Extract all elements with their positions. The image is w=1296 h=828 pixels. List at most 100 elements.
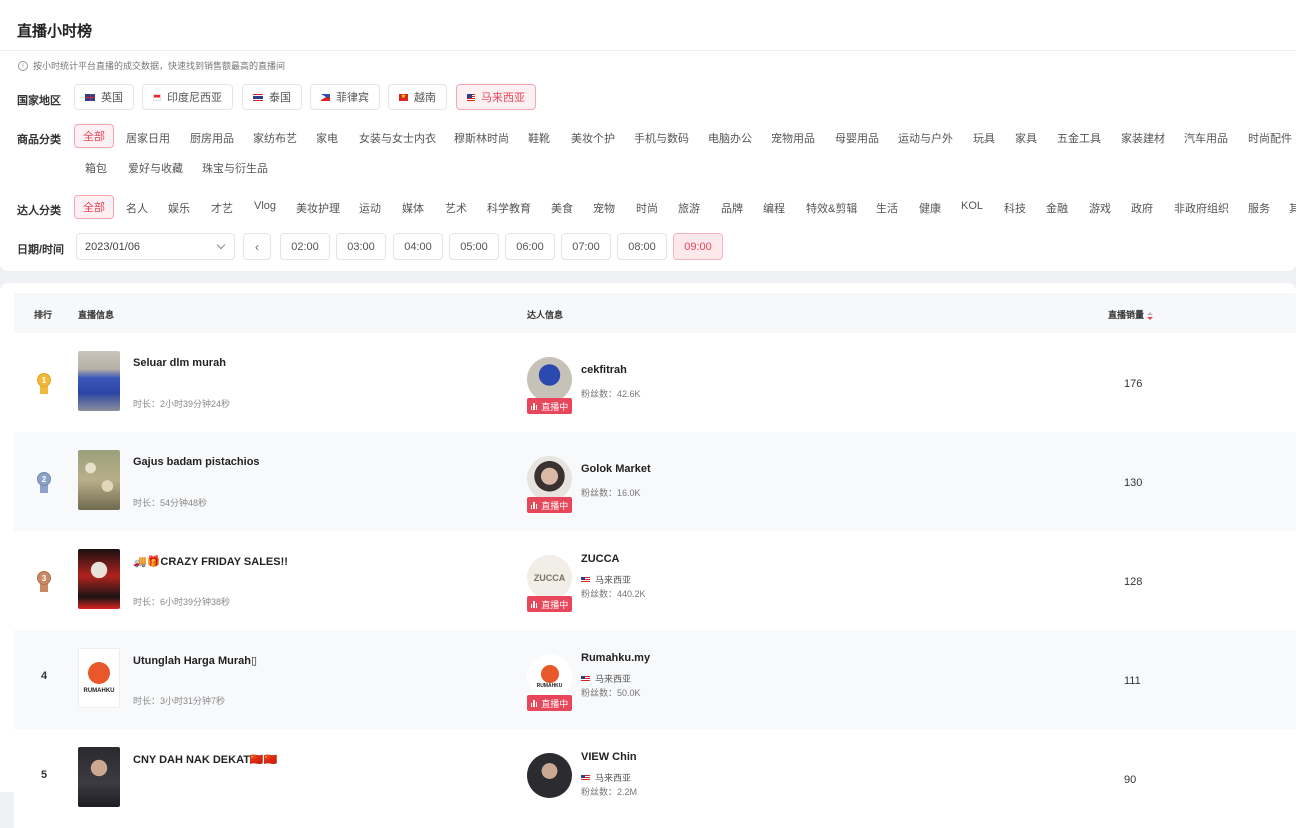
avatar[interactable]: [527, 753, 572, 798]
influencer-item[interactable]: 金融: [1046, 200, 1068, 216]
category-item[interactable]: 时尚配件: [1248, 130, 1292, 146]
live-thumbnail[interactable]: [78, 450, 120, 510]
kol-name[interactable]: VIEW Chin: [581, 751, 637, 763]
influencer-item[interactable]: 时尚: [636, 200, 658, 216]
category-item[interactable]: 美妆个护: [571, 130, 615, 146]
region-chip-thailand[interactable]: 泰国: [242, 84, 302, 110]
influencer-item[interactable]: 科学教育: [487, 200, 531, 216]
category-item[interactable]: 运动与户外: [898, 130, 953, 146]
hour-chip[interactable]: 02:00: [280, 233, 330, 260]
hour-chip[interactable]: 08:00: [617, 233, 667, 260]
live-thumbnail[interactable]: RUMAHKU: [78, 648, 120, 708]
live-title[interactable]: 🚚🎁CRAZY FRIDAY SALES!!: [133, 555, 288, 568]
silver-medal-icon: 2: [36, 472, 52, 494]
avatar[interactable]: [527, 456, 572, 501]
influencer-item[interactable]: 非政府组织: [1174, 200, 1229, 216]
category-item[interactable]: 母婴用品: [835, 130, 879, 146]
influencer-item[interactable]: 娱乐: [168, 200, 190, 216]
category-item[interactable]: 汽车用品: [1184, 130, 1228, 146]
category-item[interactable]: 穆斯林时尚: [454, 130, 509, 146]
region-chip-uk[interactable]: 英国: [74, 84, 134, 110]
hour-chip-active[interactable]: 09:00: [673, 233, 723, 260]
category-item[interactable]: 电脑办公: [708, 130, 752, 146]
kol-name[interactable]: Golok Market: [581, 463, 651, 475]
live-thumbnail[interactable]: [78, 747, 120, 807]
category-item[interactable]: 玩具: [973, 130, 995, 146]
category-item[interactable]: 家电: [316, 130, 338, 146]
table-row[interactable]: 5 CNY DAH NAK DEKAT🇨🇳🇨🇳 VIEW Chin 马来西亚 粉…: [14, 729, 1296, 828]
my-flag-icon: [581, 576, 590, 583]
influencer-item[interactable]: 服务: [1248, 200, 1270, 216]
table-row[interactable]: 3 🚚🎁CRAZY FRIDAY SALES!! 时长：6小时39分钟38秒 Z…: [14, 531, 1296, 630]
influencer-item[interactable]: 美妆护理: [296, 200, 340, 216]
sales-value: 130: [1124, 477, 1143, 489]
influencer-item[interactable]: 宠物: [593, 200, 615, 216]
table-row[interactable]: 2 Gajus badam pistachios 时长：54分钟48秒 直播中 …: [14, 432, 1296, 531]
region-chip-malaysia[interactable]: 马来西亚: [456, 84, 536, 110]
influencer-item[interactable]: Vlog: [254, 200, 276, 212]
table-row[interactable]: 4 RUMAHKU Utunglah Harga Murah▯ 时长：3小时31…: [14, 630, 1296, 729]
region-chip-vietnam[interactable]: ★ 越南: [388, 84, 447, 110]
hour-chip[interactable]: 06:00: [505, 233, 555, 260]
influencer-item[interactable]: 科技: [1004, 200, 1026, 216]
header-sales[interactable]: 直播销量: [1108, 308, 1154, 321]
avatar[interactable]: [527, 357, 572, 402]
live-badge: 直播中: [527, 596, 572, 612]
influencer-item[interactable]: 特效&剪辑: [806, 200, 857, 216]
influencer-item[interactable]: 才艺: [211, 200, 233, 216]
region-chip-indonesia[interactable]: 印度尼西亚: [142, 84, 233, 110]
table-row[interactable]: 1 Seluar dlm murah 时长：2小时39分钟24秒 直播中 cek…: [14, 333, 1296, 432]
hour-chip[interactable]: 07:00: [561, 233, 611, 260]
hour-chip[interactable]: 03:00: [336, 233, 386, 260]
hour-chip[interactable]: 04:00: [393, 233, 443, 260]
tip: i 按小时统计平台直播的成交数据，快速找到销售额最高的直播间: [18, 59, 285, 72]
influencer-item[interactable]: 运动: [359, 200, 381, 216]
live-title[interactable]: Seluar dlm murah: [133, 357, 226, 369]
category-item[interactable]: 女装与女士内衣: [359, 130, 436, 146]
sort-icon[interactable]: [1147, 311, 1154, 320]
influencer-item[interactable]: 品牌: [721, 200, 743, 216]
influencer-item[interactable]: 旅游: [678, 200, 700, 216]
influencer-item[interactable]: 生活: [876, 200, 898, 216]
date-picker[interactable]: 2023/01/06: [76, 233, 235, 260]
live-title[interactable]: Gajus badam pistachios: [133, 456, 260, 468]
influencer-item[interactable]: 艺术: [445, 200, 467, 216]
influencer-item-all[interactable]: 全部: [74, 195, 114, 219]
category-item[interactable]: 居家日用: [126, 130, 170, 146]
category-item[interactable]: 珠宝与衍生品: [202, 160, 268, 176]
avatar[interactable]: ZUCCA: [527, 555, 572, 600]
hour-chip[interactable]: 05:00: [449, 233, 499, 260]
influencer-item[interactable]: 编程: [763, 200, 785, 216]
category-item[interactable]: 宠物用品: [771, 130, 815, 146]
category-item[interactable]: 家装建材: [1121, 130, 1165, 146]
category-item[interactable]: 家具: [1015, 130, 1037, 146]
category-item[interactable]: 箱包: [85, 160, 107, 176]
live-badge: 直播中: [527, 497, 572, 513]
category-item[interactable]: 五金工具: [1057, 130, 1101, 146]
region-chip-philippines[interactable]: 菲律宾: [310, 84, 380, 110]
category-item[interactable]: 厨房用品: [190, 130, 234, 146]
influencer-item[interactable]: 媒体: [402, 200, 424, 216]
influencer-item[interactable]: 健康: [919, 200, 941, 216]
category-item[interactable]: 手机与数码: [634, 130, 689, 146]
kol-country: 马来西亚: [581, 771, 631, 784]
avatar[interactable]: RUMAHKU: [527, 654, 572, 699]
live-thumbnail[interactable]: [78, 549, 120, 609]
kol-name[interactable]: cekfitrah: [581, 364, 627, 376]
live-title[interactable]: Utunglah Harga Murah▯: [133, 654, 257, 667]
influencer-item[interactable]: 游戏: [1089, 200, 1111, 216]
kol-name[interactable]: Rumahku.my: [581, 652, 650, 664]
influencer-item[interactable]: 政府: [1131, 200, 1153, 216]
category-item[interactable]: 鞋靴: [528, 130, 550, 146]
live-thumbnail[interactable]: [78, 351, 120, 411]
category-item[interactable]: 家纺布艺: [253, 130, 297, 146]
category-item-all[interactable]: 全部: [74, 124, 114, 148]
influencer-item[interactable]: 美食: [551, 200, 573, 216]
kol-name[interactable]: ZUCCA: [581, 553, 620, 565]
category-item[interactable]: 爱好与收藏: [128, 160, 183, 176]
influencer-item[interactable]: KOL: [961, 200, 983, 212]
prev-hour-button[interactable]: ‹: [243, 233, 271, 260]
influencer-item[interactable]: 名人: [126, 200, 148, 216]
live-title[interactable]: CNY DAH NAK DEKAT🇨🇳🇨🇳: [133, 753, 277, 766]
influencer-item[interactable]: 其: [1289, 200, 1296, 216]
